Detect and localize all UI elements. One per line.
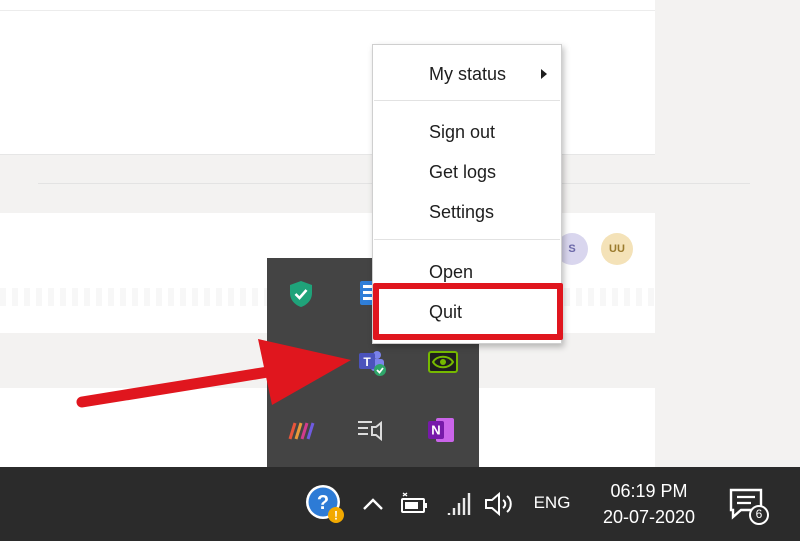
clock-date: 20-07-2020 [602, 507, 696, 527]
menu-item-label: Open [429, 261, 474, 282]
menu-item-get-logs[interactable]: Get logs [373, 154, 561, 190]
menu-item-label: Get logs [429, 161, 497, 182]
notification-count: 6 [755, 507, 763, 521]
screen-bottom-edge [0, 541, 800, 547]
menu-item-label: Sign out [429, 121, 496, 142]
avatar[interactable]: UU [601, 233, 633, 265]
taskbar: ? ! ENG 06:19 PM 20-07-2020 6 [0, 467, 800, 541]
show-hidden-icons-chevron-up-icon[interactable] [358, 489, 388, 519]
menu-separator [374, 239, 560, 240]
menu-separator [374, 100, 560, 101]
shield-outline-icon[interactable] [281, 342, 321, 382]
wifi-icon[interactable] [442, 487, 476, 521]
quit-highlight-box [373, 283, 563, 340]
battery-power-icon[interactable] [396, 487, 432, 521]
menu-item-my-status[interactable]: My status [373, 56, 561, 92]
security-shield-icon[interactable] [281, 274, 321, 314]
menu-item-sign-out[interactable]: Sign out [373, 114, 561, 150]
action-center-notifications-icon[interactable]: 6 [724, 483, 770, 527]
taskbar-clock[interactable]: 06:19 PM 20-07-2020 [590, 473, 708, 535]
onenote-icon[interactable]: N [421, 410, 461, 450]
submenu-arrow-icon [541, 69, 547, 79]
meter-icon[interactable] [281, 410, 321, 450]
language-indicator[interactable]: ENG [528, 489, 576, 517]
menu-item-label: My status [429, 63, 507, 84]
background-divider [0, 10, 655, 11]
svg-text:T: T [363, 355, 371, 369]
volume-icon[interactable] [480, 487, 520, 521]
speaker-list-icon[interactable] [351, 410, 391, 450]
svg-text:!: ! [334, 509, 338, 523]
help-icon[interactable]: ? ! [302, 481, 348, 527]
nvidia-icon[interactable] [423, 342, 463, 382]
menu-item-settings[interactable]: Settings [373, 194, 561, 230]
svg-text:N: N [431, 423, 440, 438]
clock-time: 06:19 PM [610, 481, 688, 501]
menu-item-label: Settings [429, 201, 495, 222]
teams-icon[interactable]: T [351, 342, 391, 382]
svg-text:?: ? [317, 492, 329, 514]
